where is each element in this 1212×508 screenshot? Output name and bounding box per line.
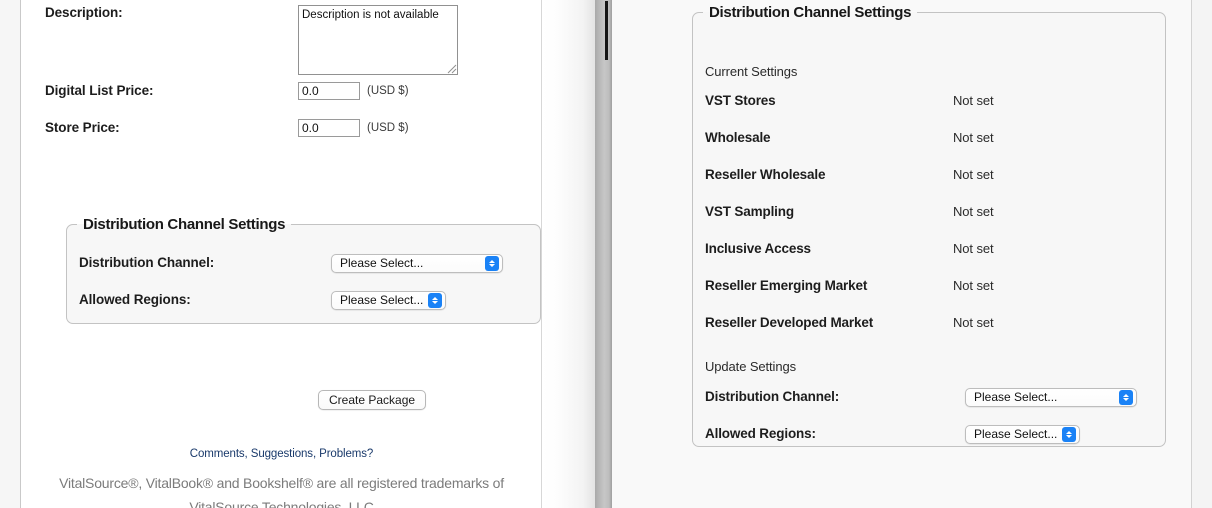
panel-gap-shadow: [541, 0, 595, 508]
setting-value: Not set: [953, 130, 994, 145]
comments-suggestions-problems-link[interactable]: Comments, Suggestions, Problems?: [22, 448, 541, 460]
current-settings-heading: Current Settings: [705, 64, 798, 79]
setting-value: Not set: [953, 315, 994, 330]
right-distribution-channel-settings-group: Distribution Channel Settings Current Se…: [692, 4, 1166, 447]
left-allowed-regions-label: Allowed Regions:: [79, 292, 191, 307]
right-distribution-channel-label: Distribution Channel:: [705, 389, 840, 404]
vertical-scrollbar-track[interactable]: [595, 0, 612, 508]
right-distribution-channel-select-wrap: Please Select...: [965, 388, 1137, 407]
digital-list-price-input[interactable]: [298, 82, 360, 100]
right-allowed-regions-label: Allowed Regions:: [705, 426, 816, 441]
store-price-label: Store Price:: [45, 120, 120, 135]
chevron-updown-icon: [485, 256, 499, 271]
right-allowed-regions-select[interactable]: Please Select...: [965, 425, 1081, 444]
main-form-panel: Description: Digital List Price: (USD $)…: [22, 0, 541, 508]
description-textarea[interactable]: [298, 5, 458, 75]
setting-name: Wholesale: [705, 130, 771, 145]
right-allowed-regions-select-wrap: Please Select...: [965, 425, 1081, 444]
chevron-updown-icon: [428, 293, 443, 308]
left-allowed-regions-selected-value: Please Select...: [340, 293, 424, 307]
setting-name: Reseller Developed Market: [705, 315, 874, 330]
digital-list-price-unit: (USD $): [367, 85, 409, 97]
setting-row-reseller-emerging-market: Reseller Emerging Market Not set: [705, 278, 1155, 296]
left-distribution-channel-label: Distribution Channel:: [79, 255, 215, 270]
setting-row-reseller-developed-market: Reseller Developed Market Not set: [705, 315, 1155, 333]
chevron-updown-icon: [1119, 390, 1133, 405]
digital-list-price-field-group: (USD $): [298, 82, 409, 100]
setting-value: Not set: [953, 167, 994, 182]
setting-value: Not set: [953, 204, 994, 219]
update-settings-heading: Update Settings: [705, 359, 797, 374]
left-distribution-channel-select-wrap: Please Select...: [331, 254, 503, 273]
left-allowed-regions-row: Allowed Regions:: [79, 292, 191, 307]
right-distribution-channel-select[interactable]: Please Select...: [965, 388, 1137, 407]
setting-name: Reseller Wholesale: [705, 167, 826, 182]
right-allowed-regions-selected-value: Please Select...: [974, 427, 1058, 441]
store-price-input[interactable]: [298, 119, 360, 137]
app-screen: Description: Digital List Price: (USD $)…: [0, 0, 1212, 508]
setting-row-vst-sampling: VST Sampling Not set: [705, 204, 1155, 222]
left-distribution-channel-row: Distribution Channel:: [79, 255, 214, 270]
description-row: Description:: [45, 5, 123, 20]
setting-value: Not set: [953, 278, 994, 293]
setting-value: Not set: [953, 241, 994, 256]
setting-row-wholesale: Wholesale Not set: [705, 130, 1155, 148]
left-distribution-group-legend: Distribution Channel Settings: [83, 216, 286, 233]
chevron-updown-icon: [1062, 427, 1077, 442]
setting-name: VST Stores: [705, 93, 776, 108]
setting-name: Inclusive Access: [705, 241, 811, 256]
create-package-button[interactable]: Create Package: [318, 390, 427, 410]
setting-name: VST Sampling: [705, 204, 794, 219]
setting-row-inclusive-access: Inclusive Access Not set: [705, 241, 1155, 259]
trademark-notice: VitalSource®, VitalBook® and Bookshelf® …: [22, 471, 541, 508]
left-allowed-regions-select[interactable]: Please Select...: [331, 291, 447, 310]
left-gutter: [0, 0, 21, 508]
setting-row-vst-stores: VST Stores Not set: [705, 93, 1155, 111]
digital-list-price-row: Digital List Price:: [45, 83, 153, 98]
setting-name: Reseller Emerging Market: [705, 278, 868, 293]
digital-list-price-label: Digital List Price:: [45, 83, 154, 98]
left-allowed-regions-select-wrap: Please Select...: [331, 291, 447, 310]
store-price-field-group: (USD $): [298, 119, 409, 137]
setting-value: Not set: [953, 93, 994, 108]
trademark-line-2: VitalSource Technologies, LLC: [189, 499, 374, 508]
vertical-scrollbar-thumb[interactable]: [605, 1, 608, 60]
left-distribution-channel-settings-group: Distribution Channel Settings Distributi…: [66, 216, 541, 324]
right-distribution-group-legend: Distribution Channel Settings: [709, 4, 912, 21]
store-price-row: Store Price:: [45, 120, 120, 135]
trademark-line-1: VitalSource®, VitalBook® and Bookshelf® …: [59, 475, 504, 491]
store-price-unit: (USD $): [367, 122, 409, 134]
right-outer-edge: [1192, 0, 1212, 508]
description-label: Description:: [45, 5, 123, 20]
setting-row-reseller-wholesale: Reseller Wholesale Not set: [705, 167, 1155, 185]
left-distribution-channel-select[interactable]: Please Select...: [331, 254, 503, 273]
left-distribution-channel-selected-value: Please Select...: [340, 256, 424, 270]
right-distribution-channel-selected-value: Please Select...: [974, 390, 1058, 404]
